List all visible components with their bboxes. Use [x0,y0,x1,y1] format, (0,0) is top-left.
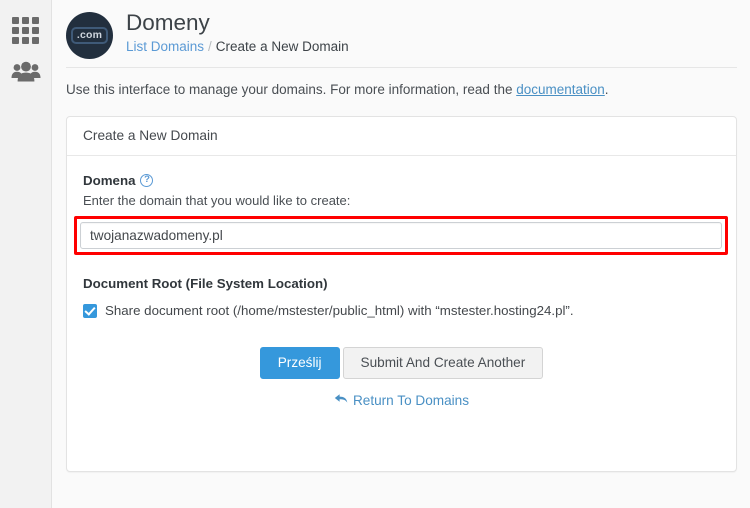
domain-label-text: Domena [83,172,136,188]
share-document-root-label[interactable]: Share document root (/home/mstester/publ… [105,302,574,320]
return-to-domains-link[interactable]: Return To Domains [334,392,469,408]
main-content: .com Domeny List Domains / Create a New Do… [52,0,750,508]
logo-badge-label: .com [70,26,109,45]
sidebar-item-applications[interactable] [0,8,52,52]
documentation-link[interactable]: documentation [516,82,605,97]
document-root-label: Document Root (File System Location) [83,275,328,291]
grid-apps-icon [12,16,39,44]
users-group-icon [11,61,41,88]
sidebar [0,0,52,508]
sidebar-item-users[interactable] [0,52,52,96]
page-root: .com Domeny List Domains / Create a New Do… [0,0,750,508]
return-to-domains-label: Return To Domains [352,392,470,408]
share-document-root-checkbox[interactable] [83,303,97,318]
page-title: Domeny [126,10,210,35]
breadcrumb: List Domains / Create a New Domain [126,39,349,54]
submit-button[interactable]: Prześlij [259,346,340,380]
submit-and-create-another-button[interactable]: Submit And Create Another [342,346,544,380]
domain-field-label: Domena ? [83,173,720,188]
breadcrumb-separator: / [208,38,212,54]
domain-field-hint: Enter the domain that you would like to … [83,192,351,208]
header-text-block: Domeny List Domains / Create a New Domain [126,9,349,54]
panel-heading: Create a New Domain [67,117,736,156]
description-text-before: Use this interface to manage your domain… [66,82,517,97]
panel-body: Domena ? Enter the domain that you would… [67,156,736,411]
domain-com-icon: .com [66,12,113,59]
create-domain-panel: Create a New Domain Domena ? Enter the d… [66,115,737,472]
page-header: .com Domeny List Domains / Create a New Do… [52,0,750,59]
back-arrow-icon [334,392,348,408]
breadcrumb-current: Create a New Domain [215,38,349,54]
action-buttons: Prześlij Submit And Create Another [83,346,720,380]
share-document-root-row[interactable]: Share document root (/home/mstester/publ… [83,302,720,320]
question-mark-icon[interactable]: ? [140,173,154,187]
return-row: Return To Domains [83,392,720,410]
page-description: Use this interface to manage your domain… [52,68,750,100]
domain-input[interactable] [80,221,722,249]
domain-input-highlight [74,215,728,255]
description-text-after: . [604,82,609,97]
breadcrumb-link-list-domains[interactable]: List Domains [126,39,204,54]
